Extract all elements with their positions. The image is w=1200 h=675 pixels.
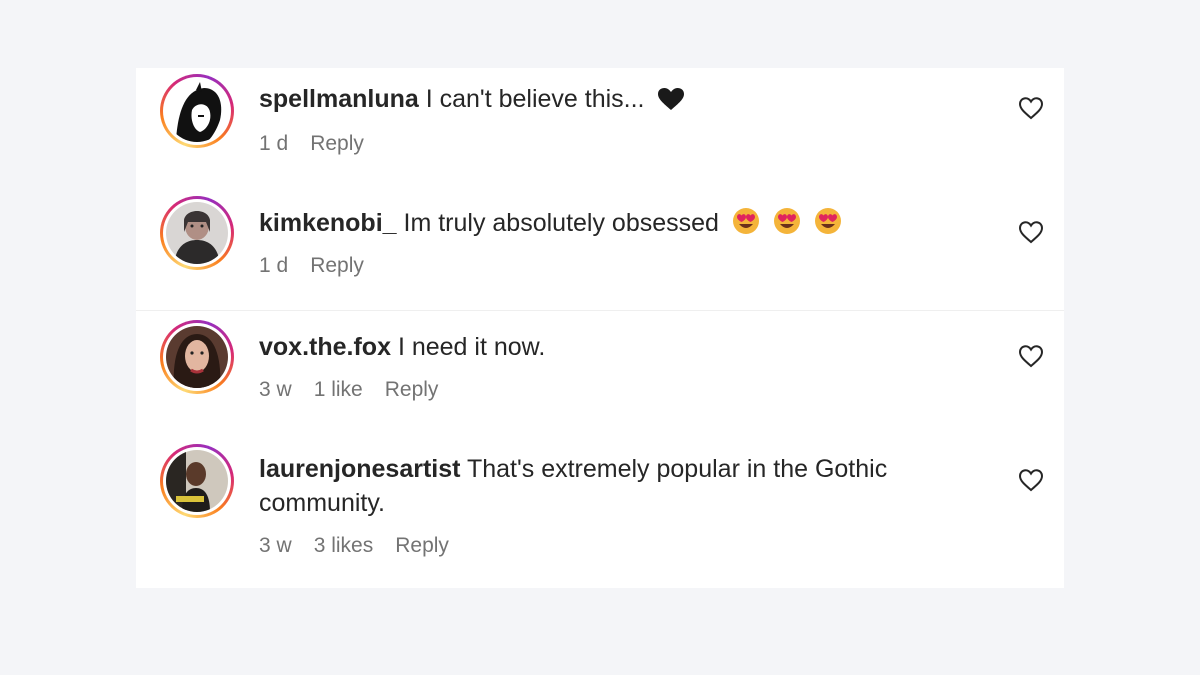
comments-panel: spellmanluna I can't believe this... 1 d… — [136, 68, 1064, 588]
heart-eyes-emoji-icon — [814, 207, 842, 244]
comment-meta: 1 d Reply — [259, 254, 364, 278]
avatar[interactable] — [160, 444, 234, 518]
like-heart-icon[interactable] — [1018, 220, 1044, 244]
comment-text: laurenjonesartist That's extremely popul… — [259, 452, 939, 520]
comment-meta: 3 w 3 likes Reply — [259, 534, 449, 558]
comment-username[interactable]: vox.the.fox — [259, 333, 391, 361]
comment-text: spellmanluna I can't believe this... — [259, 82, 959, 120]
avatar[interactable] — [160, 74, 234, 148]
avatar-image — [166, 80, 228, 142]
reply-button[interactable]: Reply — [310, 254, 364, 278]
reply-button[interactable]: Reply — [385, 378, 439, 402]
comment-body: Im truly absolutely obsessed — [403, 209, 719, 237]
heart-eyes-emoji-icon — [732, 207, 760, 244]
comment-text: kimkenobi_ Im truly absolutely obsessed — [259, 206, 959, 244]
comment-username[interactable]: spellmanluna — [259, 85, 419, 113]
avatar[interactable] — [160, 320, 234, 394]
comment-time: 3 w — [259, 378, 292, 401]
comment-time: 1 d — [259, 254, 289, 277]
comment-time: 3 w — [259, 534, 292, 557]
reply-button[interactable]: Reply — [310, 132, 364, 156]
comment-username[interactable]: laurenjonesartist — [259, 455, 460, 483]
comment-body: I can't believe this... — [425, 85, 645, 113]
avatar-image — [166, 202, 228, 264]
comment-time: 1 d — [259, 132, 289, 155]
comment-body: I need it now. — [397, 333, 546, 361]
comment-item: vox.the.fox I need it now. 3 w 1 like Re… — [136, 316, 1064, 436]
comment-item: kimkenobi_ Im truly absolutely obsessed … — [136, 192, 1064, 310]
like-count[interactable]: 3 likes — [314, 534, 374, 558]
comment-item: spellmanluna I can't believe this... 1 d… — [136, 68, 1064, 188]
like-heart-icon[interactable] — [1018, 468, 1044, 492]
comment-meta: 3 w 1 like Reply — [259, 378, 438, 402]
avatar-image — [166, 450, 228, 512]
comment-meta: 1 d Reply — [259, 132, 364, 156]
divider — [136, 310, 1064, 311]
avatar-image — [166, 326, 228, 388]
black-heart-icon — [657, 86, 685, 120]
comment-username[interactable]: kimkenobi_ — [259, 209, 397, 237]
like-heart-icon[interactable] — [1018, 344, 1044, 368]
comment-item: laurenjonesartist That's extremely popul… — [136, 440, 1064, 580]
comment-text: vox.the.fox I need it now. — [259, 330, 959, 364]
heart-eyes-emoji-icon — [773, 207, 801, 244]
reply-button[interactable]: Reply — [395, 534, 449, 558]
like-count[interactable]: 1 like — [314, 378, 363, 402]
avatar[interactable] — [160, 196, 234, 270]
like-heart-icon[interactable] — [1018, 96, 1044, 120]
